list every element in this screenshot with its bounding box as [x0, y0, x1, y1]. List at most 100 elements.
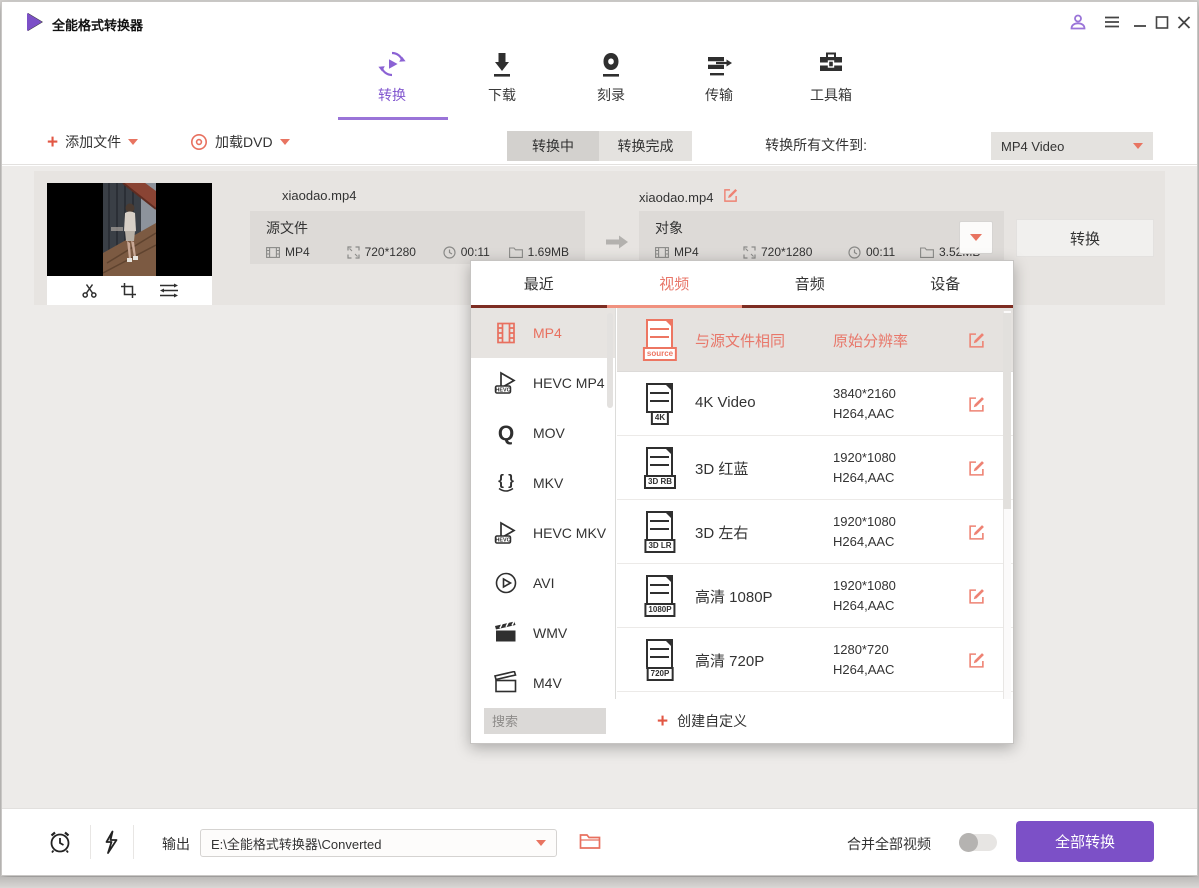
target-filename: xiaodao.mp4: [639, 190, 713, 205]
source-info-box: 源文件 MP4 720*1280 00:11: [250, 211, 585, 264]
preset-edit-icon[interactable]: [968, 524, 985, 546]
main-nav: 转换 下载 刻录: [2, 42, 1197, 120]
format-item-avi[interactable]: AVI: [471, 558, 615, 608]
convert-all-button[interactable]: 全部转换: [1016, 821, 1154, 862]
preset-row-4k[interactable]: 4K 4K Video 3840*2160H264,AAC: [617, 372, 1013, 436]
preset-edit-icon[interactable]: [968, 332, 985, 354]
popup-tab-audio[interactable]: 音频: [742, 261, 878, 305]
film-icon: [655, 247, 669, 258]
svg-text:HEVC: HEVC: [496, 538, 511, 544]
svg-text:{ }: { }: [498, 472, 514, 489]
load-dvd-button[interactable]: 加载DVD: [190, 132, 290, 152]
svg-text:HEVC: HEVC: [496, 388, 511, 394]
app-title: 全能格式转换器: [52, 15, 143, 34]
target-filename-row: xiaodao.mp4: [639, 188, 738, 206]
rename-edit-icon[interactable]: [723, 188, 738, 206]
preset-row-3d-rb[interactable]: 3D RB 3D 红蓝 1920*1080H264,AAC: [617, 436, 1013, 500]
format-item-hevc-mp4[interactable]: HEVC HEVC MP4: [471, 358, 615, 408]
toolbox-icon: [785, 46, 877, 82]
format-item-mov[interactable]: Q MOV: [471, 408, 615, 458]
popup-tab-recent[interactable]: 最近: [471, 261, 607, 305]
performance-bolt-icon[interactable]: [102, 830, 120, 860]
output-path-dropdown[interactable]: E:\全能格式转换器\Converted: [200, 829, 557, 857]
format-item-mp4[interactable]: MP4: [471, 308, 615, 358]
thumbnail-image: [47, 183, 212, 276]
trim-scissors-icon[interactable]: [81, 282, 98, 299]
titlebar: 全能格式转换器: [2, 2, 1197, 42]
source-filename: xiaodao.mp4: [282, 188, 356, 203]
close-icon[interactable]: [1174, 12, 1194, 32]
add-file-button[interactable]: + 添加文件: [47, 132, 138, 152]
maximize-icon[interactable]: [1152, 12, 1172, 32]
preset-specs: 1920*1080H264,AAC: [833, 576, 896, 616]
toggle-knob: [959, 833, 978, 852]
nav-tab-download[interactable]: 下载: [456, 46, 548, 105]
footer-divider: [90, 825, 91, 859]
nav-label: 传输: [673, 85, 765, 105]
popup-tab-video[interactable]: 视频: [607, 261, 743, 305]
preset-row-source[interactable]: source 与源文件相同 原始分辨率: [617, 308, 1013, 372]
format-item-wmv[interactable]: WMV: [471, 608, 615, 658]
popup-tab-active-underline: [607, 305, 743, 308]
preset-name: 4K Video: [695, 394, 756, 411]
preset-row-3d-lr[interactable]: 3D LR 3D 左右 1920*1080H264,AAC: [617, 500, 1013, 564]
nav-tab-convert[interactable]: 转换: [346, 46, 438, 105]
target-format: MP4: [655, 245, 743, 259]
load-dvd-label: 加载DVD: [215, 132, 273, 152]
format-item-hevc-mkv[interactable]: HEVC HEVC MKV: [471, 508, 615, 558]
account-icon[interactable]: [1068, 12, 1088, 32]
format-dropdown-value: MP4 Video: [1001, 139, 1064, 154]
preset-row-1080p[interactable]: 1080P 高清 1080P 1920*1080H264,AAC: [617, 564, 1013, 628]
preset-edit-icon[interactable]: [968, 588, 985, 610]
footer-bar: 输出 E:\全能格式转换器\Converted 合并全部视频 全部转换: [2, 808, 1197, 875]
film-icon: [266, 247, 280, 258]
preset-specs: 1920*1080H264,AAC: [833, 448, 896, 488]
nav-label: 工具箱: [785, 85, 877, 105]
preset-row-720p[interactable]: 720P 高清 720P 1280*720H264,AAC: [617, 628, 1013, 692]
target-resolution: 720*1280: [743, 245, 848, 259]
source-label: 源文件: [266, 218, 569, 238]
merge-toggle[interactable]: [959, 834, 997, 851]
preset-edit-icon[interactable]: [968, 460, 985, 482]
preset-edit-icon[interactable]: [968, 652, 985, 674]
caret-down-icon: [970, 234, 982, 241]
nav-tab-transfer[interactable]: 传输: [673, 46, 765, 105]
preset-badge-4k-icon: 4K: [642, 383, 678, 425]
tab-converted[interactable]: 转换完成: [599, 131, 692, 161]
tab-converting[interactable]: 转换中: [507, 131, 599, 161]
convert-button[interactable]: 转换: [1016, 219, 1154, 257]
preset-badge-source-icon: source: [642, 319, 678, 361]
global-format-dropdown[interactable]: MP4 Video: [991, 132, 1153, 160]
preset-edit-icon[interactable]: [968, 396, 985, 418]
target-label: 对象: [655, 218, 988, 238]
create-custom-button[interactable]: + 创建自定义: [657, 711, 747, 731]
minimize-icon[interactable]: [1130, 12, 1150, 32]
preset-name: 高清 1080P: [695, 586, 773, 607]
effects-sliders-icon[interactable]: [159, 282, 179, 299]
format-list-scrollbar[interactable]: [607, 313, 613, 408]
preset-badge-3drb-icon: 3D RB: [642, 447, 678, 489]
preset-badge-1080p-icon: 1080P: [642, 575, 678, 617]
open-folder-icon[interactable]: [579, 832, 601, 855]
nav-tab-toolbox[interactable]: 工具箱: [785, 46, 877, 105]
menu-icon[interactable]: [1102, 12, 1122, 32]
clock-icon: [848, 246, 861, 259]
nav-tab-burn[interactable]: 刻录: [565, 46, 657, 105]
footer-divider: [133, 825, 134, 859]
clock-icon: [443, 246, 456, 259]
arrow-right-icon: [604, 233, 630, 256]
preset-list: source 与源文件相同 原始分辨率 4K 4K Video 3840*216…: [617, 308, 1013, 704]
format-item-m4v[interactable]: M4V: [471, 658, 615, 701]
preset-scrollbar-thumb[interactable]: [1003, 313, 1011, 509]
merge-all-label: 合并全部视频: [847, 834, 931, 854]
popup-tab-device[interactable]: 设备: [878, 261, 1014, 305]
quicktime-q-icon: Q: [493, 420, 519, 446]
format-select-popup: 最近 视频 音频 设备 MP4 HEVC HEVC MP4 Q: [470, 260, 1014, 744]
format-item-mkv[interactable]: { } MKV: [471, 458, 615, 508]
search-input[interactable]: [484, 708, 606, 734]
schedule-clock-icon[interactable]: [47, 829, 73, 860]
crop-icon[interactable]: [120, 282, 137, 299]
add-file-label: 添加文件: [65, 132, 121, 152]
format-list: MP4 HEVC HEVC MP4 Q MOV { } MKV HEVC: [471, 308, 616, 701]
target-format-dropdown-button[interactable]: [959, 221, 993, 254]
